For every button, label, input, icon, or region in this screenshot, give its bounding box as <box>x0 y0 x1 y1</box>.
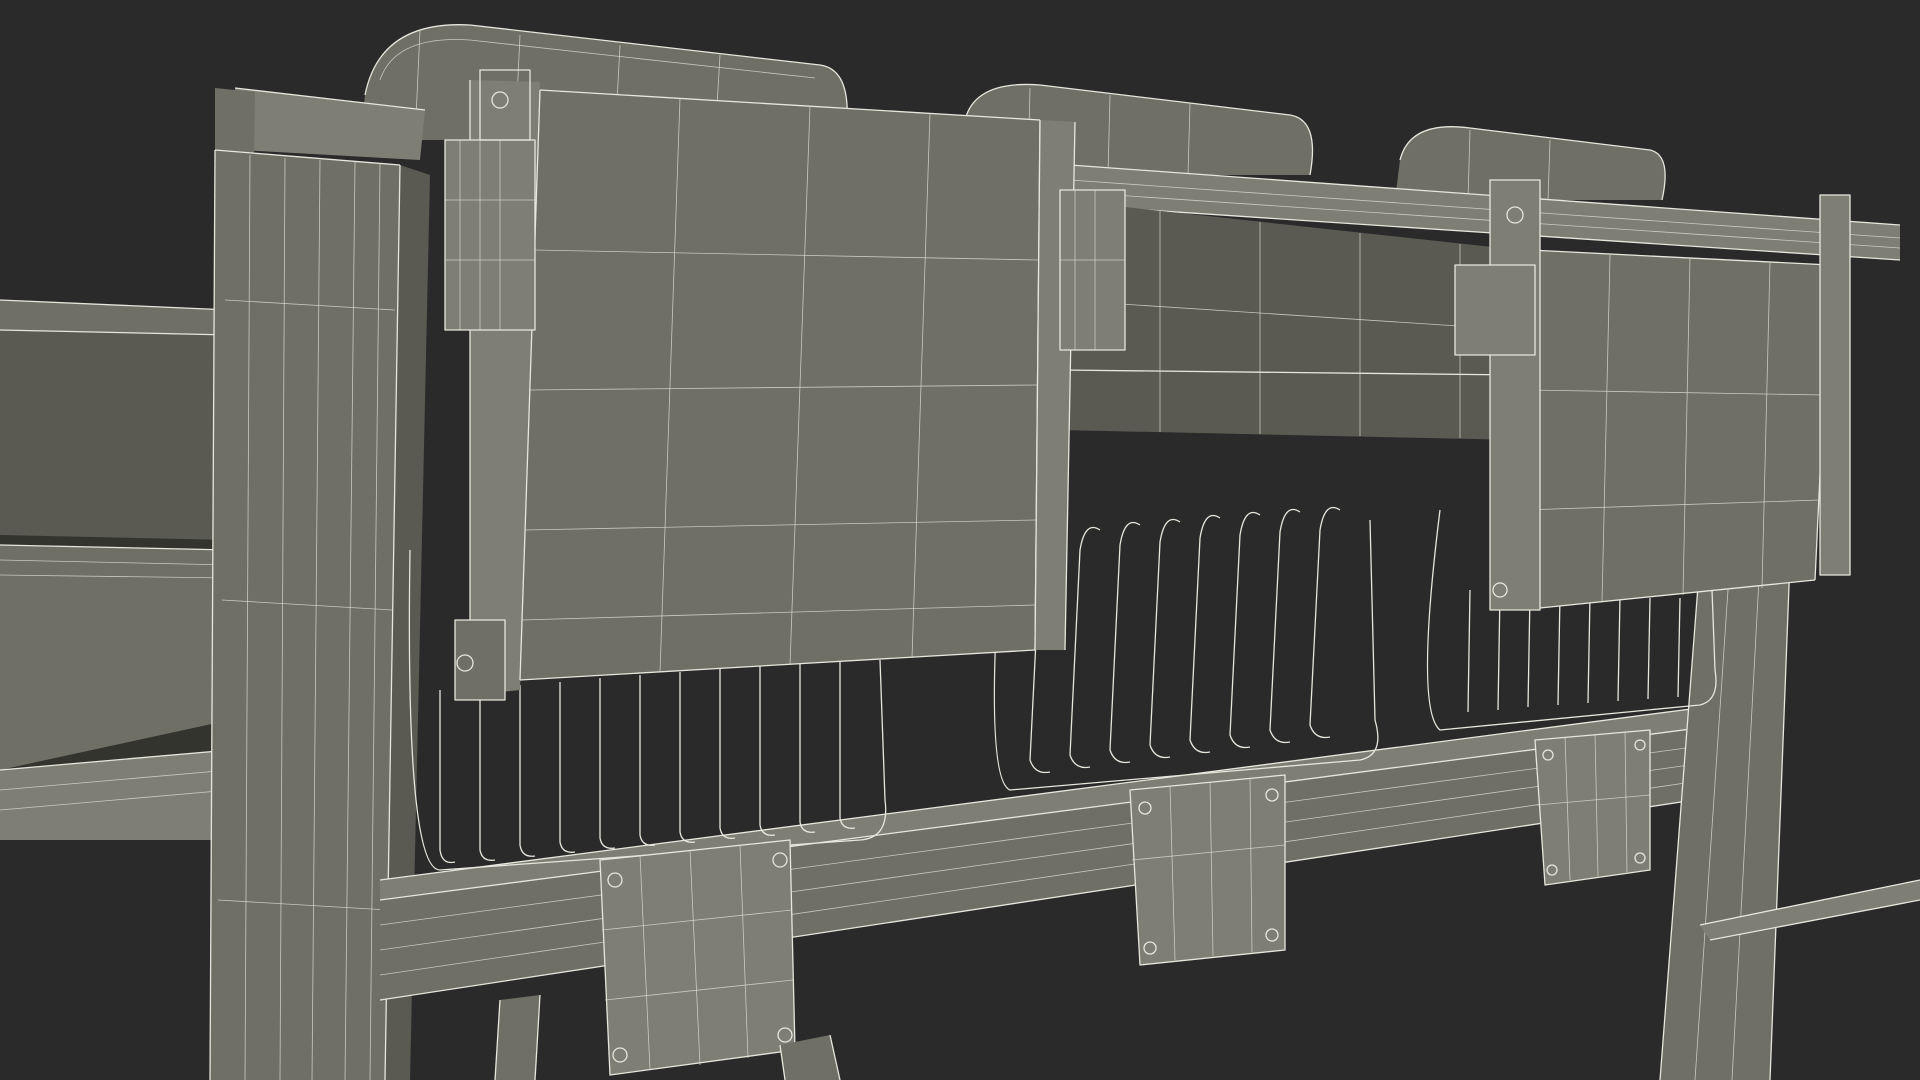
left-shelf-structure <box>0 299 240 840</box>
bolted-bracket-1 <box>599 839 796 1076</box>
seat-pan-1 <box>469 80 1041 695</box>
wireframe-seating-render <box>0 0 1920 1080</box>
bolted-bracket-2 <box>1129 774 1286 966</box>
bolted-bracket-3 <box>1534 729 1651 886</box>
